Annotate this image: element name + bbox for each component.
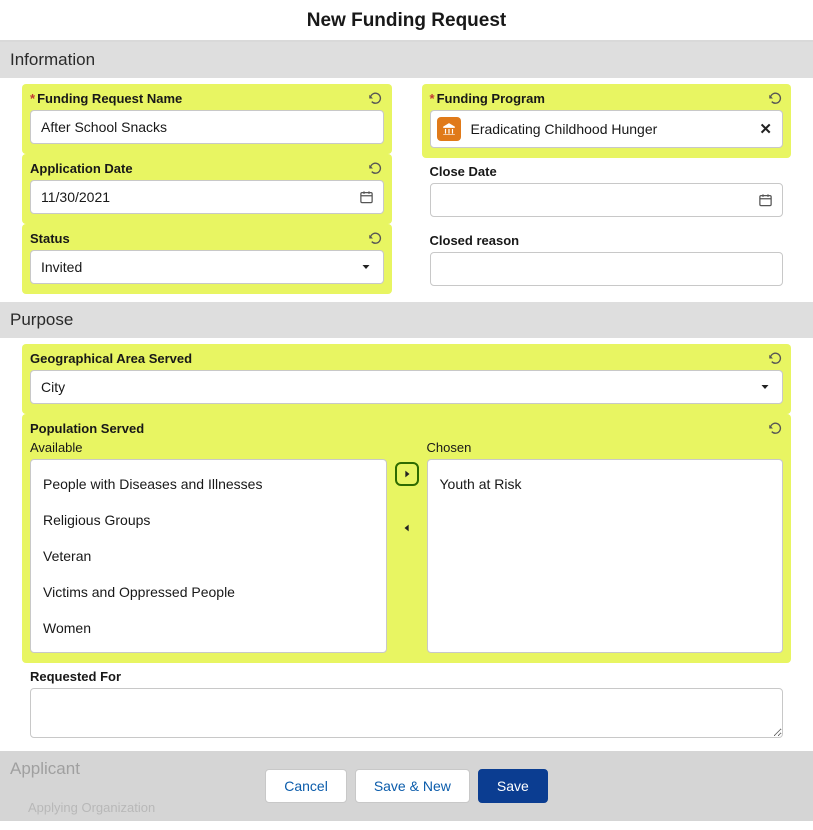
label-close-date: Close Date: [430, 164, 497, 179]
requested-for-textarea[interactable]: [30, 688, 783, 738]
list-item[interactable]: Women: [31, 610, 386, 646]
application-date-input[interactable]: [30, 180, 384, 214]
list-item[interactable]: Victims and Oppressed People: [31, 574, 386, 610]
label-applicant-sub: Applying Organization: [28, 800, 155, 815]
undo-icon[interactable]: [368, 90, 384, 106]
field-status: Status Invited: [22, 224, 392, 294]
undo-icon[interactable]: [767, 90, 783, 106]
field-funding-request-name: *Funding Request Name: [22, 84, 392, 154]
save-and-new-button[interactable]: Save & New: [355, 769, 470, 803]
section-header-information: Information: [0, 42, 813, 78]
list-item[interactable]: Religious Groups: [31, 502, 386, 538]
save-button[interactable]: Save: [478, 769, 548, 803]
field-population-served: Population Served Available People with …: [22, 414, 791, 663]
available-listbox[interactable]: People with Diseases and IllnessesReligi…: [30, 459, 387, 653]
list-item[interactable]: People with Diseases and Illnesses: [31, 466, 386, 502]
footer-bar: Applicant Applying Organization Cancel S…: [0, 751, 813, 821]
field-geo-area: Geographical Area Served City: [22, 344, 791, 414]
geo-area-select[interactable]: City: [30, 370, 783, 404]
list-item[interactable]: Veteran: [31, 538, 386, 574]
list-item[interactable]: Youth at Risk: [428, 466, 783, 502]
label-funding-request-name: *Funding Request Name: [30, 91, 182, 106]
label-funding-program: *Funding Program: [430, 91, 545, 106]
undo-icon[interactable]: [767, 420, 783, 436]
field-close-date: Close Date: [422, 158, 792, 227]
chosen-listbox[interactable]: Youth at Risk: [427, 459, 784, 653]
label-requested-for: Requested For: [30, 669, 121, 684]
close-icon[interactable]: ✕: [755, 120, 776, 138]
chosen-label: Chosen: [427, 440, 784, 455]
field-funding-program: *Funding Program Eradicating Childhood H…: [422, 84, 792, 158]
close-date-input[interactable]: [430, 183, 784, 217]
label-status: Status: [30, 231, 70, 246]
funding-request-name-input[interactable]: [30, 110, 384, 144]
funding-program-value: Eradicating Childhood Hunger: [471, 121, 746, 137]
label-application-date: Application Date: [30, 161, 133, 176]
undo-icon[interactable]: [368, 230, 384, 246]
field-closed-reason: Closed reason: [422, 227, 792, 296]
available-label: Available: [30, 440, 387, 455]
funding-program-lookup[interactable]: Eradicating Childhood Hunger ✕: [430, 110, 784, 148]
undo-icon[interactable]: [767, 350, 783, 366]
label-closed-reason: Closed reason: [430, 233, 520, 248]
institution-icon: [437, 117, 461, 141]
label-geo-area: Geographical Area Served: [30, 351, 192, 366]
status-select[interactable]: Invited: [30, 250, 384, 284]
label-population-served: Population Served: [30, 421, 144, 436]
field-requested-for: Requested For: [22, 663, 791, 751]
section-header-purpose: Purpose: [0, 302, 813, 338]
page-title: New Funding Request: [0, 0, 813, 40]
section-header-applicant: Applicant: [10, 759, 80, 779]
move-right-button[interactable]: [395, 462, 419, 486]
undo-icon[interactable]: [368, 160, 384, 176]
move-left-button[interactable]: [395, 516, 419, 540]
field-application-date: Application Date: [22, 154, 392, 224]
closed-reason-input[interactable]: [430, 252, 784, 286]
cancel-button[interactable]: Cancel: [265, 769, 347, 803]
